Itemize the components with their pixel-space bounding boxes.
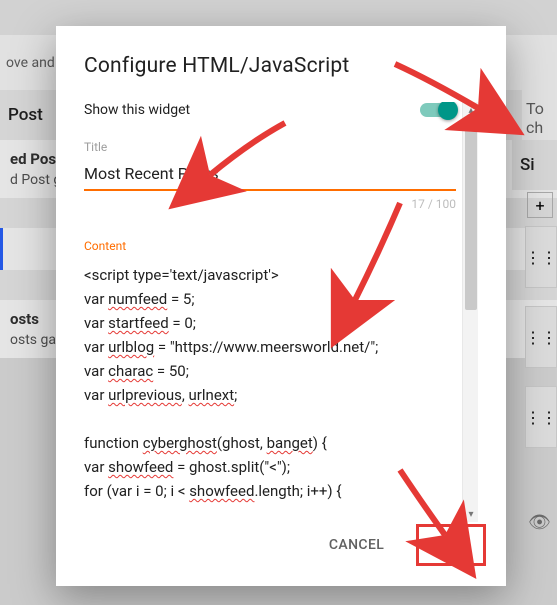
configure-dialog: Configure HTML/JavaScript Show this widg…	[56, 26, 506, 586]
save-highlight-annotation: SAVE	[416, 524, 486, 566]
title-input[interactable]	[84, 160, 456, 191]
dialog-title: Configure HTML/JavaScript	[84, 54, 478, 78]
content-label: Content	[84, 239, 456, 253]
cancel-button[interactable]: CANCEL	[315, 527, 398, 563]
show-widget-toggle[interactable]	[420, 103, 456, 117]
scroll-thumb[interactable]	[465, 120, 477, 310]
content-textarea[interactable]: <script type='text/javascript'> var numf…	[84, 263, 456, 503]
show-widget-label: Show this widget	[84, 102, 190, 118]
toggle-knob	[438, 102, 458, 120]
save-button[interactable]: SAVE	[419, 527, 483, 563]
scroll-up-icon[interactable]: ▴	[463, 102, 479, 118]
dialog-scrollbar[interactable]: ▴ ▾	[462, 102, 478, 522]
dialog-actions: CANCEL SAVE	[315, 524, 486, 566]
title-counter: 17 / 100	[84, 197, 456, 211]
title-label: Title	[84, 140, 456, 154]
scroll-down-icon[interactable]: ▾	[463, 506, 479, 522]
